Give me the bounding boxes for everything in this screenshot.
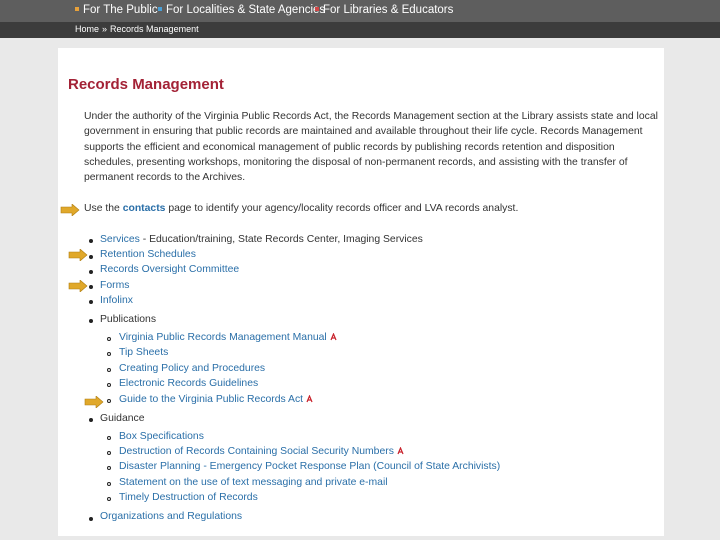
- pdf-icon: [306, 395, 313, 403]
- list-bullet: [89, 300, 93, 304]
- contacts-link[interactable]: contacts: [123, 203, 166, 214]
- sublist-bullet: [107, 352, 111, 356]
- sublist-bullet: [107, 337, 111, 341]
- sublist-item: Creating Policy and Procedures: [119, 363, 265, 374]
- breadcrumb-home[interactable]: Home: [75, 24, 99, 34]
- list-item-guidance: Guidance: [100, 413, 145, 424]
- sublist-item: Virginia Public Records Management Manua…: [119, 332, 337, 343]
- organizations-link[interactable]: Organizations and Regulations: [100, 511, 242, 522]
- records-manual-link[interactable]: Virginia Public Records Management Manua…: [119, 332, 327, 343]
- breadcrumb-current: Records Management: [110, 24, 199, 34]
- pdf-icon: [330, 333, 337, 341]
- nav-for-the-public[interactable]: For The Public: [75, 4, 158, 16]
- guide-vpra-link[interactable]: Guide to the Virginia Public Records Act: [119, 394, 303, 405]
- bullet-square-icon: [75, 7, 79, 11]
- top-navigation-bar: For The Public For Localities & State Ag…: [0, 0, 720, 22]
- breadcrumb-bar: Home» Records Management: [0, 22, 720, 38]
- arrow-pointer-icon: [60, 204, 80, 216]
- list-bullet: [89, 270, 93, 274]
- nav-for-libraries[interactable]: For Libraries & Educators: [315, 4, 453, 16]
- infolinx-link[interactable]: Infolinx: [100, 295, 133, 306]
- list-item-publications: Publications: [100, 314, 157, 325]
- sublist-item: Destruction of Records Containing Social…: [119, 446, 404, 457]
- sublist-bullet: [107, 399, 111, 403]
- nav-for-localities[interactable]: For Localities & State Agencies: [158, 4, 325, 16]
- sublist-bullet: [107, 383, 111, 387]
- ssn-destruction-link[interactable]: Destruction of Records Containing Social…: [119, 446, 394, 457]
- list-bullet: [89, 285, 93, 289]
- box-specifications-link[interactable]: Box Specifications: [119, 431, 204, 442]
- list-bullet: [89, 255, 93, 259]
- sublist-item: Tip Sheets: [119, 347, 168, 358]
- arrow-pointer-icon: [84, 396, 104, 408]
- intro-paragraph: Under the authority of the Virginia Publ…: [84, 111, 658, 184]
- electronic-records-link[interactable]: Electronic Records Guidelines: [119, 378, 258, 389]
- sublist-bullet: [107, 497, 111, 501]
- text-messaging-link[interactable]: Statement on the use of text messaging a…: [119, 477, 388, 488]
- list-bullet: [89, 418, 93, 422]
- breadcrumb: Home» Records Management: [75, 24, 199, 34]
- list-item-infolinx: Infolinx: [100, 295, 133, 306]
- tip-sheets-link[interactable]: Tip Sheets: [119, 347, 168, 358]
- arrow-pointer-icon: [68, 249, 88, 261]
- contacts-line: Use the contacts page to identify your a…: [84, 203, 519, 214]
- sublist-item: Disaster Planning - Emergency Pocket Res…: [119, 461, 500, 472]
- list-bullet: [89, 319, 93, 323]
- retention-schedules-link[interactable]: Retention Schedules: [100, 249, 196, 260]
- sublist-bullet: [107, 482, 111, 486]
- sublist-item: Timely Destruction of Records: [119, 492, 258, 503]
- disaster-planning-link[interactable]: Disaster Planning - Emergency Pocket Res…: [119, 461, 500, 472]
- list-item-oversight: Records Oversight Committee: [100, 264, 239, 275]
- forms-link[interactable]: Forms: [100, 280, 129, 291]
- page-title: Records Management: [68, 76, 224, 93]
- sublist-item: Statement on the use of text messaging a…: [119, 477, 388, 488]
- sublist-bullet: [107, 466, 111, 470]
- pdf-icon: [397, 447, 404, 455]
- bullet-square-icon: [315, 7, 319, 11]
- sublist-item: Box Specifications: [119, 431, 204, 442]
- list-bullet: [89, 517, 93, 521]
- sublist-item: Guide to the Virginia Public Records Act: [119, 394, 313, 405]
- sublist-bullet: [107, 368, 111, 372]
- breadcrumb-separator: »: [102, 24, 108, 34]
- list-item-organizations: Organizations and Regulations: [100, 511, 242, 522]
- sublist-bullet: [107, 451, 111, 455]
- list-item-retention: Retention Schedules: [100, 249, 196, 260]
- sublist-item: Electronic Records Guidelines: [119, 378, 258, 389]
- list-item-forms: Forms: [100, 280, 129, 291]
- arrow-pointer-icon: [68, 280, 88, 292]
- services-link[interactable]: Services: [100, 234, 140, 245]
- list-item-services: Services - Education/training, State Rec…: [100, 234, 423, 245]
- policy-procedures-link[interactable]: Creating Policy and Procedures: [119, 363, 265, 374]
- bullet-square-icon: [158, 7, 162, 11]
- timely-destruction-link[interactable]: Timely Destruction of Records: [119, 492, 258, 503]
- list-bullet: [89, 239, 93, 243]
- oversight-committee-link[interactable]: Records Oversight Committee: [100, 264, 239, 275]
- sublist-bullet: [107, 436, 111, 440]
